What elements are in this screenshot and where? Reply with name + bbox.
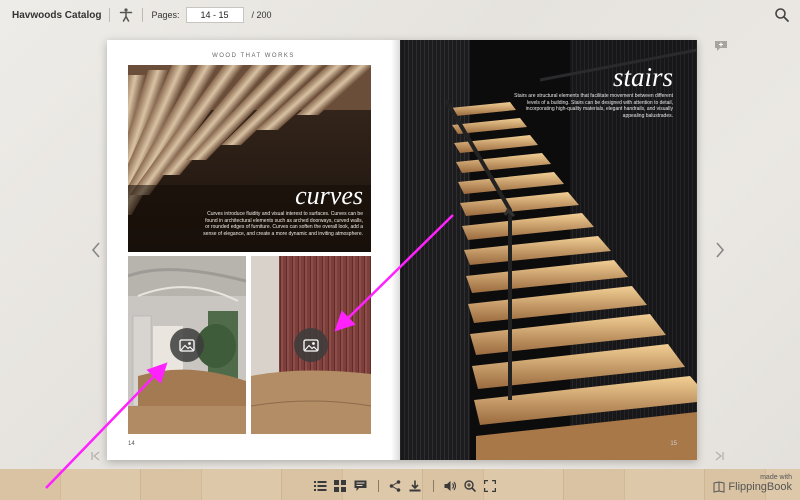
flippingbook-logo-icon — [713, 481, 725, 493]
book-spread: WOOD THAT WORKS curves Curves introduce … — [107, 40, 697, 460]
page-number-left: 14 — [128, 441, 135, 447]
book-spine — [391, 40, 409, 460]
app-title: Havwoods Catalog — [12, 9, 102, 21]
notes-icon[interactable] — [352, 478, 368, 494]
search-icon[interactable] — [774, 7, 790, 23]
page-number-right: 15 — [670, 441, 677, 447]
fluted-wall-image[interactable] — [251, 256, 371, 434]
download-icon[interactable] — [407, 478, 423, 494]
total-pages: / 200 — [251, 10, 272, 20]
made-with-label: made with — [760, 474, 792, 481]
curved-reception-image[interactable] — [128, 256, 246, 434]
curves-image: curves Curves introduce fluidity and vis… — [128, 65, 371, 252]
zoom-in-icon[interactable] — [462, 478, 478, 494]
photo-icon[interactable] — [294, 328, 328, 362]
share-icon[interactable] — [387, 478, 403, 494]
notes-icon[interactable] — [714, 39, 728, 51]
right-page[interactable]: stairs Stairs are structural elements th… — [400, 40, 697, 460]
stairs-title: stairs — [612, 62, 673, 92]
accessibility-icon[interactable] — [118, 7, 134, 23]
last-page-icon[interactable] — [713, 449, 725, 461]
curves-title: curves — [295, 181, 363, 210]
divider — [378, 480, 379, 492]
top-bar: Havwoods Catalog Pages: / 200 — [0, 0, 800, 30]
fullscreen-icon[interactable] — [482, 478, 498, 494]
chevron-right-icon[interactable] — [713, 240, 727, 260]
thumbnails-icon[interactable] — [332, 478, 348, 494]
flippingbook-name: FlippingBook — [728, 481, 792, 493]
page-header: WOOD THAT WORKS — [212, 53, 295, 59]
sound-icon[interactable] — [442, 478, 458, 494]
curves-description: Curves introduce fluidity and visual int… — [203, 211, 363, 237]
flippingbook-branding[interactable]: made with FlippingBook — [713, 474, 792, 493]
first-page-icon[interactable] — [90, 449, 102, 461]
divider — [142, 8, 144, 22]
table-of-contents-icon[interactable] — [312, 478, 328, 494]
left-page[interactable]: WOOD THAT WORKS curves Curves introduce … — [107, 40, 400, 460]
divider — [109, 8, 111, 22]
photo-icon[interactable] — [170, 328, 204, 362]
divider — [433, 480, 434, 492]
chevron-left-icon[interactable] — [89, 240, 103, 260]
pages-input[interactable] — [185, 7, 244, 23]
bottom-toolbar — [312, 478, 502, 494]
stairs-description: Stairs are structural elements that faci… — [514, 93, 673, 119]
pages-label: Pages: — [151, 10, 180, 20]
